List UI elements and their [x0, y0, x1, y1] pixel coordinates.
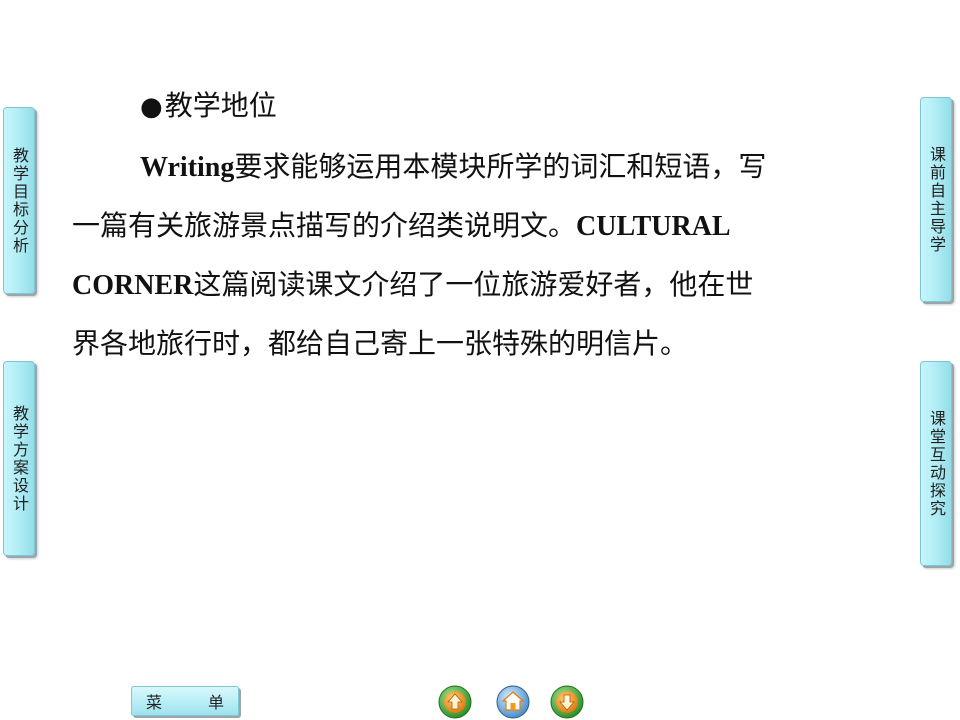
- paragraph-line: 界各地旅行时，都给自己寄上一张特殊的明信片。: [72, 315, 872, 373]
- line-text: 这篇阅读课文介绍了一位旅游爱好者，他在世: [193, 268, 754, 301]
- line-text: 一篇有关旅游景点描写的介绍类说明文。: [72, 209, 577, 242]
- paragraph-line: CORNER这篇阅读课文介绍了一位旅游爱好者，他在世: [72, 256, 872, 315]
- bold-term: CORNER: [72, 270, 194, 301]
- paragraph-line: Writing要求能够运用本模块所学的词汇和短语，写: [72, 138, 872, 197]
- arrow-down-icon[interactable]: [549, 684, 585, 720]
- bullet-icon: ●: [140, 92, 163, 122]
- section-heading: ●教学地位: [140, 84, 277, 124]
- home-icon[interactable]: [495, 684, 531, 720]
- section-heading-text: 教学地位: [164, 89, 277, 122]
- menu-button-char: 菜: [146, 693, 163, 712]
- menu-button[interactable]: 菜 单: [131, 686, 239, 716]
- bold-term: Writing: [140, 152, 235, 183]
- menu-button-char: 单: [207, 693, 224, 712]
- arrow-up-icon[interactable]: [437, 684, 473, 720]
- line-text: 界各地旅行时，都给自己寄上一张特殊的明信片。: [72, 327, 689, 360]
- line-text: 要求能够运用本模块所学的词汇和短语，写: [234, 150, 767, 183]
- body-paragraph: Writing要求能够运用本模块所学的词汇和短语，写 一篇有关旅游景点描写的介绍…: [72, 138, 872, 373]
- bold-term: CULTURAL: [576, 211, 731, 242]
- paragraph-line: 一篇有关旅游景点描写的介绍类说明文。CULTURAL: [72, 197, 872, 256]
- slide-content: ●教学地位 Writing要求能够运用本模块所学的词汇和短语，写 一篇有关旅游景…: [0, 0, 960, 720]
